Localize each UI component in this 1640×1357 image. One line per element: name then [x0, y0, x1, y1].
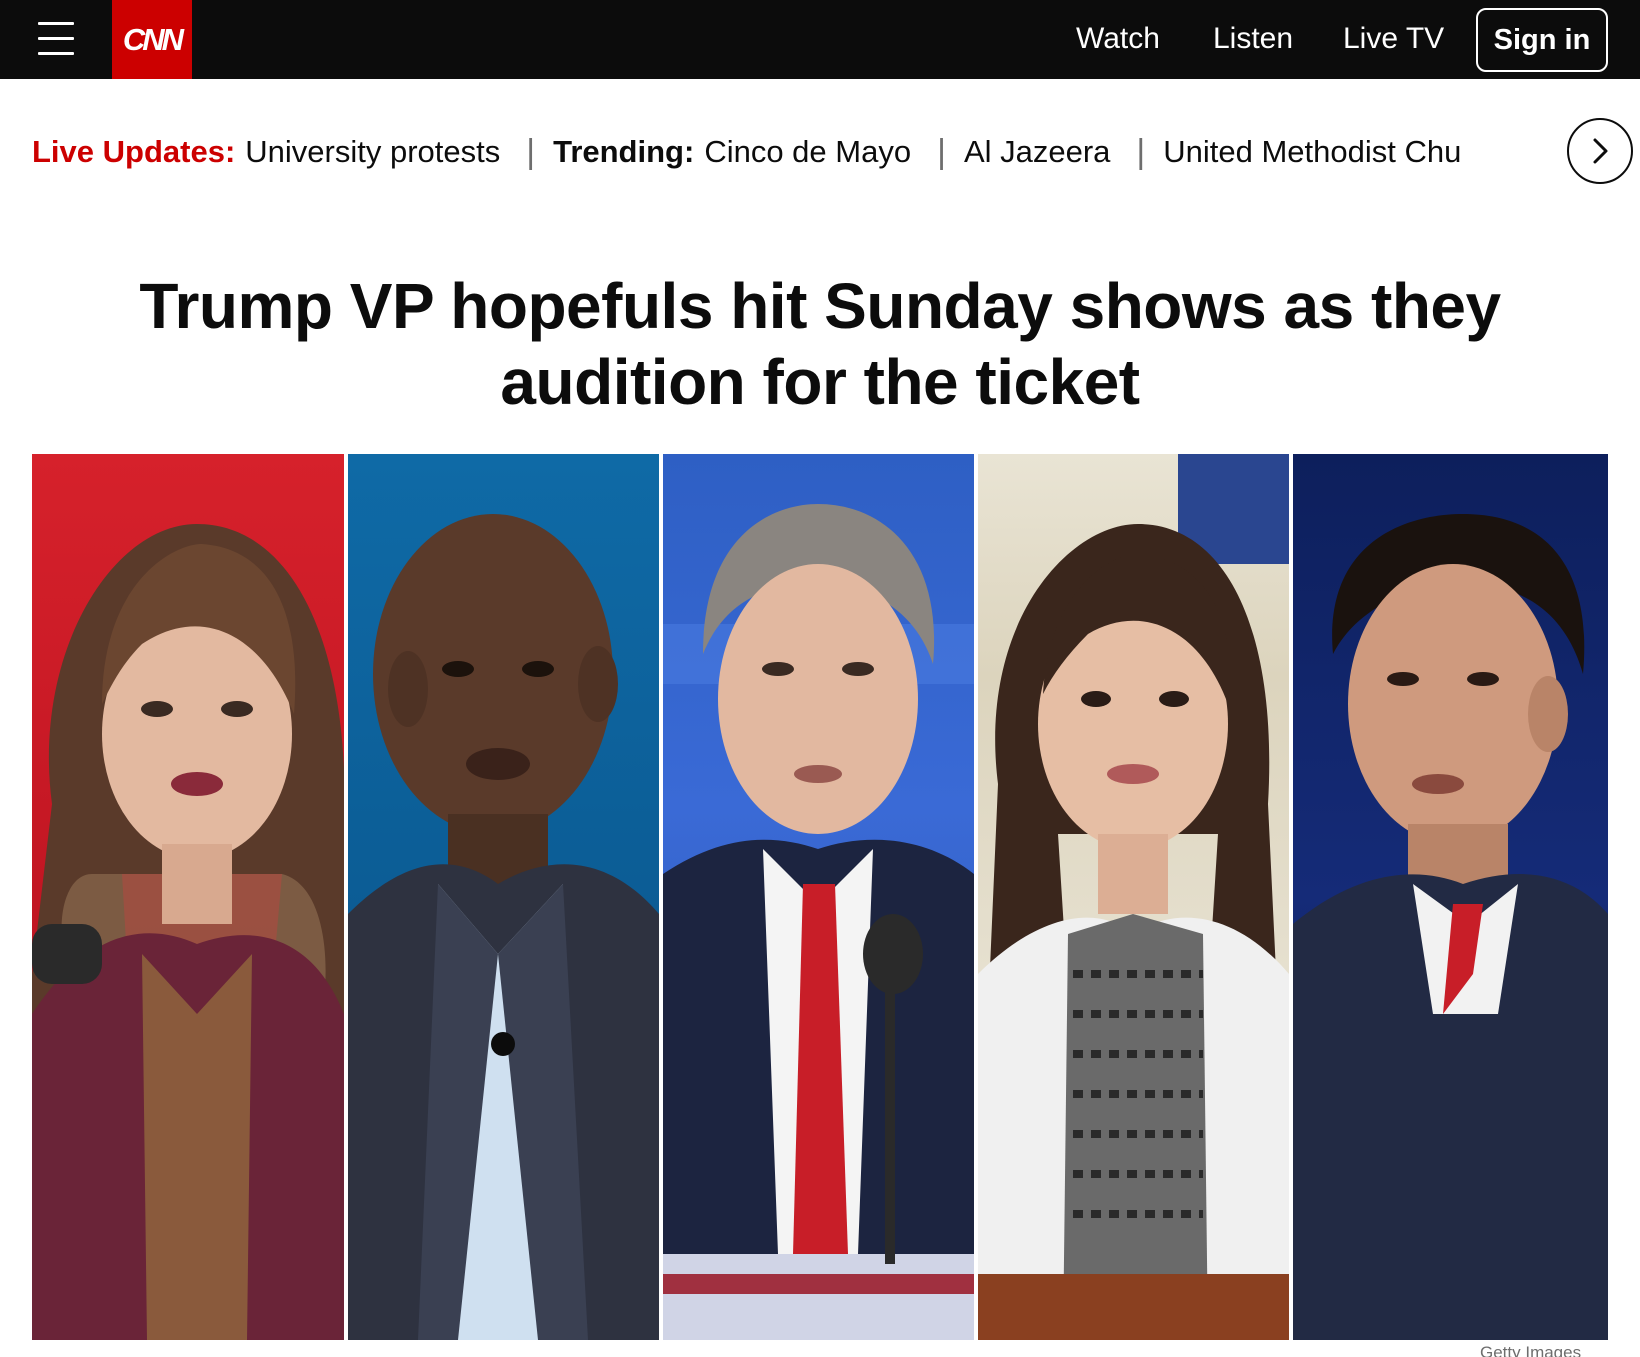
trending-link-united-methodist[interactable]: United Methodist Chu — [1163, 134, 1461, 170]
nav-watch-link[interactable]: Watch — [1076, 20, 1160, 58]
live-updates-label: Live Updates: — [32, 134, 236, 169]
portrait-illustration — [663, 504, 974, 1340]
portrait-panel — [978, 454, 1289, 1340]
separator: | — [526, 132, 536, 171]
live-updates-link[interactable]: University protests — [245, 134, 500, 170]
nav-live-tv-link[interactable]: Live TV — [1343, 20, 1444, 58]
trending-link-cinco-de-mayo[interactable]: Cinco de Mayo — [704, 134, 911, 170]
logo-text: CNN — [122, 21, 184, 57]
portrait-illustration — [978, 454, 1289, 1340]
hamburger-menu-icon[interactable] — [38, 20, 74, 56]
portrait-panel — [348, 454, 659, 1340]
sign-in-button[interactable]: Sign in — [1476, 8, 1608, 72]
trending-bar: Live Updates: University protests | Tren… — [0, 112, 1640, 192]
trending-next-button[interactable] — [1567, 118, 1633, 184]
cnn-logo[interactable]: CNN — [112, 0, 192, 79]
portrait-illustration — [348, 514, 659, 1340]
separator: | — [1136, 132, 1146, 171]
hero-image[interactable] — [32, 454, 1608, 1340]
portrait-illustration — [32, 524, 344, 1340]
article-headline: Trump VP hopefuls hit Sunday shows as th… — [139, 270, 1501, 418]
trending-scroller: Live Updates: University protests | Tren… — [32, 112, 1552, 192]
portrait-illustration — [1293, 514, 1608, 1340]
trending-fade — [1490, 112, 1560, 192]
trending-label: Trending: — [553, 134, 695, 169]
top-navigation: CNN Watch Listen Live TV Sign in — [0, 0, 1640, 79]
chevron-right-icon — [1593, 138, 1608, 164]
portrait-panel — [663, 454, 974, 1340]
portrait-panel — [1293, 454, 1608, 1340]
portrait-panel — [32, 454, 344, 1340]
image-credit: Getty Images — [1480, 1343, 1582, 1357]
nav-listen-link[interactable]: Listen — [1213, 20, 1293, 58]
trending-link-al-jazeera[interactable]: Al Jazeera — [964, 134, 1110, 170]
separator: | — [937, 132, 946, 171]
